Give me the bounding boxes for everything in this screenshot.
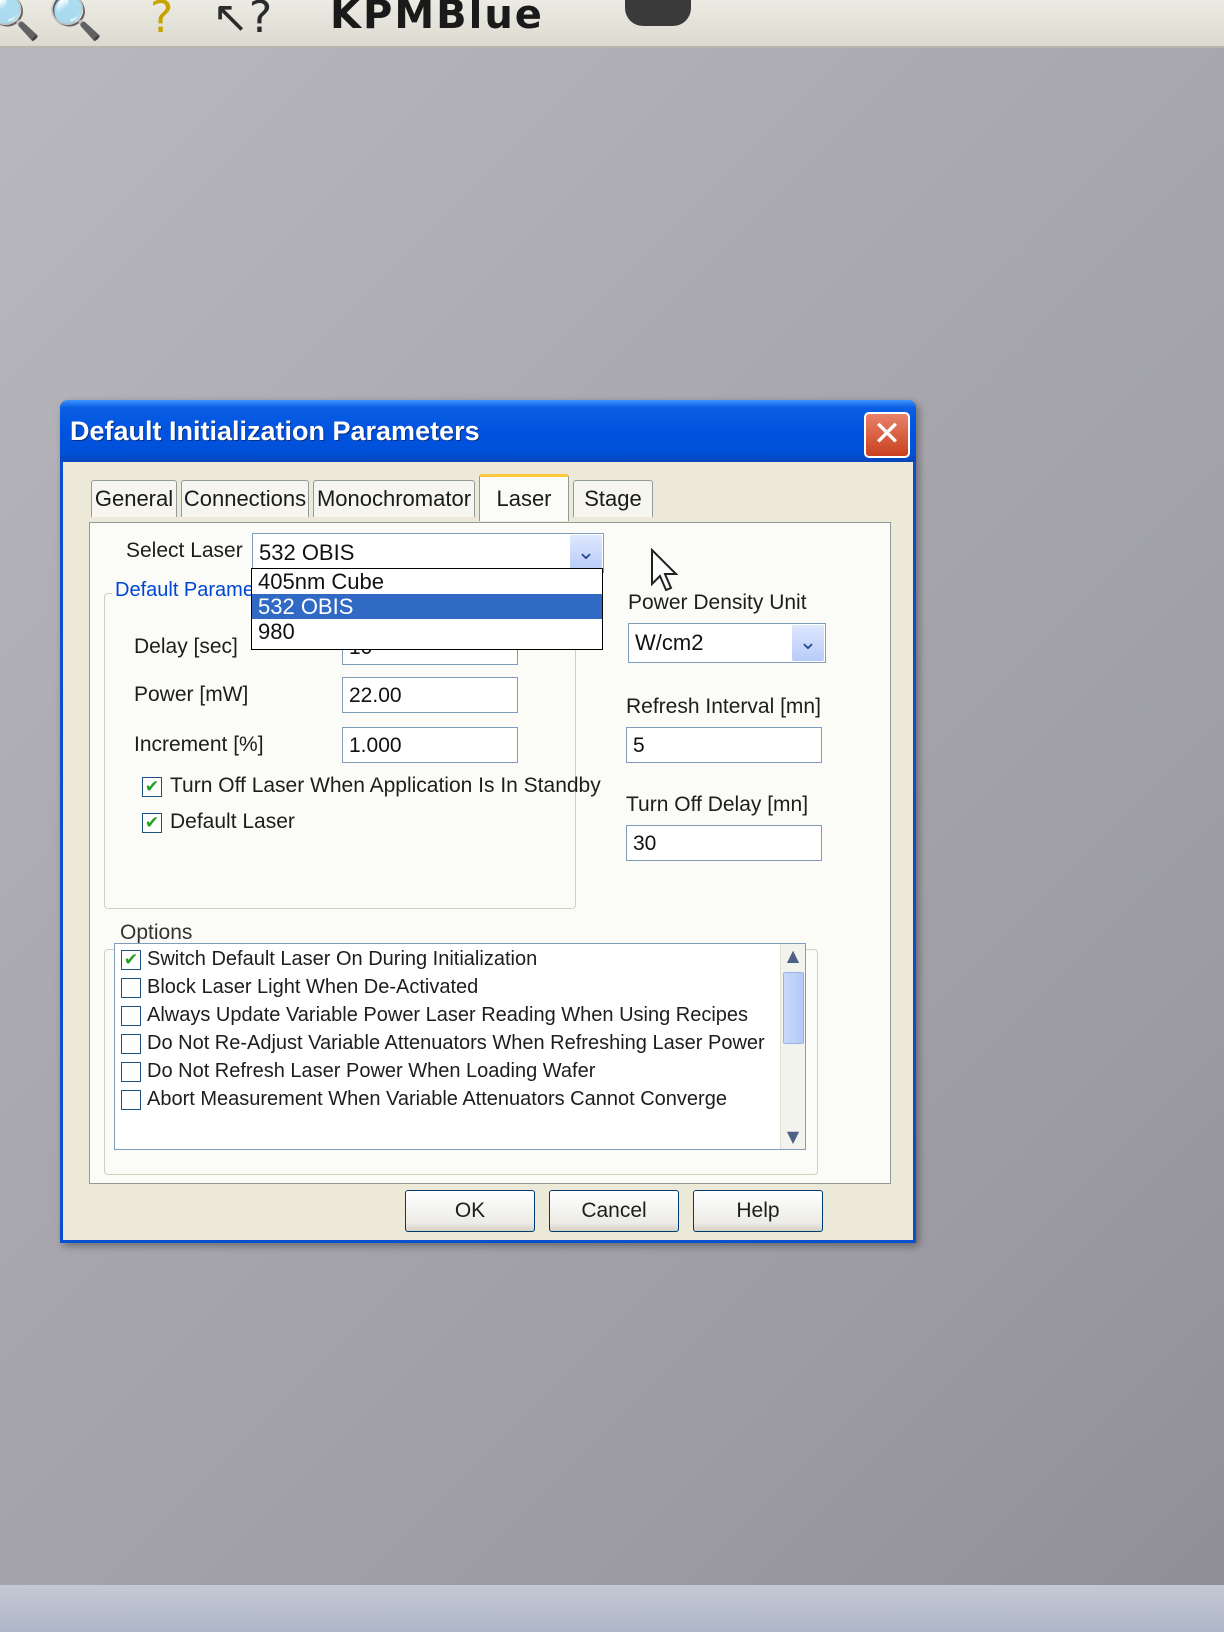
select-laser-label: Select Laser [126, 539, 243, 562]
cancel-button[interactable]: Cancel [549, 1190, 679, 1232]
dropdown-option-405nm-cube[interactable]: 405nm Cube [252, 569, 602, 594]
option-label: Block Laser Light When De-Activated [147, 976, 479, 998]
option-checkbox[interactable] [121, 1034, 141, 1054]
delay-label: Delay [sec] [134, 635, 238, 658]
help-button[interactable]: Help [693, 1190, 823, 1232]
refresh-interval-label: Refresh Interval [mn] [626, 695, 821, 718]
option-checkbox[interactable] [121, 1090, 141, 1110]
option-label: Do Not Re-Adjust Variable Attenuators Wh… [147, 1032, 765, 1054]
app-toolbar: 🔍 🔍 ? ↖? KPMBlue [0, 0, 1224, 48]
power-field[interactable]: 22.00 [342, 677, 518, 713]
turn-off-standby-label: Turn Off Laser When Application Is In St… [170, 774, 601, 797]
power-density-unit-label: Power Density Unit [628, 591, 807, 614]
zoom-in-icon[interactable]: 🔍 [0, 0, 41, 40]
options-scrollbar[interactable]: ▲ ▼ [780, 944, 805, 1149]
chevron-down-icon[interactable]: ⌄ [792, 625, 824, 661]
option-label: Do Not Refresh Laser Power When Loading … [147, 1060, 596, 1082]
dropdown-option-980[interactable]: 980 [252, 619, 602, 644]
chevron-up-icon[interactable]: ▲ [781, 944, 805, 968]
ok-button[interactable]: OK [405, 1190, 535, 1232]
chevron-down-icon[interactable]: ⌄ [570, 535, 602, 571]
select-laser-dropdown[interactable]: 405nm Cube 532 OBIS 980 [251, 568, 603, 650]
option-checkbox[interactable] [121, 978, 141, 998]
refresh-interval-field[interactable]: 5 [626, 727, 822, 763]
taskbar [0, 1585, 1224, 1632]
option-checkbox[interactable] [121, 1062, 141, 1082]
close-icon[interactable]: ✕ [864, 412, 910, 458]
default-parameters-group-title: Default Parame [112, 579, 257, 602]
option-label: Switch Default Laser On During Initializ… [147, 948, 538, 970]
power-density-unit-value: W/cm2 [635, 630, 704, 655]
chevron-down-icon[interactable]: ▼ [781, 1125, 805, 1149]
increment-field[interactable]: 1.000 [342, 727, 518, 763]
zoom-out-icon[interactable]: 🔍 [48, 0, 103, 40]
increment-label: Increment [%] [134, 733, 264, 756]
dialog-title: Default Initialization Parameters [70, 416, 480, 446]
turn-off-standby-checkbox[interactable]: ✔ [142, 777, 162, 797]
select-laser-value: 532 OBIS [259, 540, 355, 565]
whats-this-icon[interactable]: ↖? [212, 0, 272, 40]
default-init-parameters-dialog: Default Initialization Parameters ✕ Gene… [60, 400, 916, 1243]
tab-monochromator[interactable]: Monochromator [313, 480, 475, 517]
tab-connections[interactable]: Connections [181, 480, 309, 517]
default-laser-label: Default Laser [170, 810, 295, 833]
turn-off-delay-field[interactable]: 30 [626, 825, 822, 861]
option-checkbox[interactable] [121, 1006, 141, 1026]
help-icon[interactable]: ? [150, 0, 173, 40]
option-checkbox[interactable]: ✔ [121, 950, 141, 970]
scrollbar-thumb[interactable] [783, 972, 804, 1044]
mouse-cursor-icon [651, 548, 679, 592]
dialog-titlebar[interactable]: Default Initialization Parameters ✕ [60, 400, 916, 462]
toolbar-badge [625, 0, 691, 26]
turn-off-delay-label: Turn Off Delay [mn] [626, 793, 809, 816]
power-label: Power [mW] [134, 683, 249, 706]
dropdown-option-532-obis[interactable]: 532 OBIS [252, 594, 602, 619]
select-laser-combo[interactable]: 532 OBIS ⌄ [252, 533, 604, 573]
options-title: Options [120, 921, 193, 944]
default-laser-checkbox[interactable]: ✔ [142, 813, 162, 833]
app-name: KPMBlue [330, 0, 544, 38]
tab-stage[interactable]: Stage [573, 480, 653, 517]
tab-general[interactable]: General [91, 480, 177, 517]
option-label: Always Update Variable Power Laser Readi… [147, 1004, 749, 1026]
option-label: Abort Measurement When Variable Attenuat… [147, 1088, 727, 1110]
tab-laser[interactable]: Laser [479, 474, 569, 521]
power-density-unit-combo[interactable]: W/cm2 ⌄ [628, 623, 826, 663]
options-list[interactable]: ✔ Switch Default Laser On During Initial… [114, 943, 806, 1150]
